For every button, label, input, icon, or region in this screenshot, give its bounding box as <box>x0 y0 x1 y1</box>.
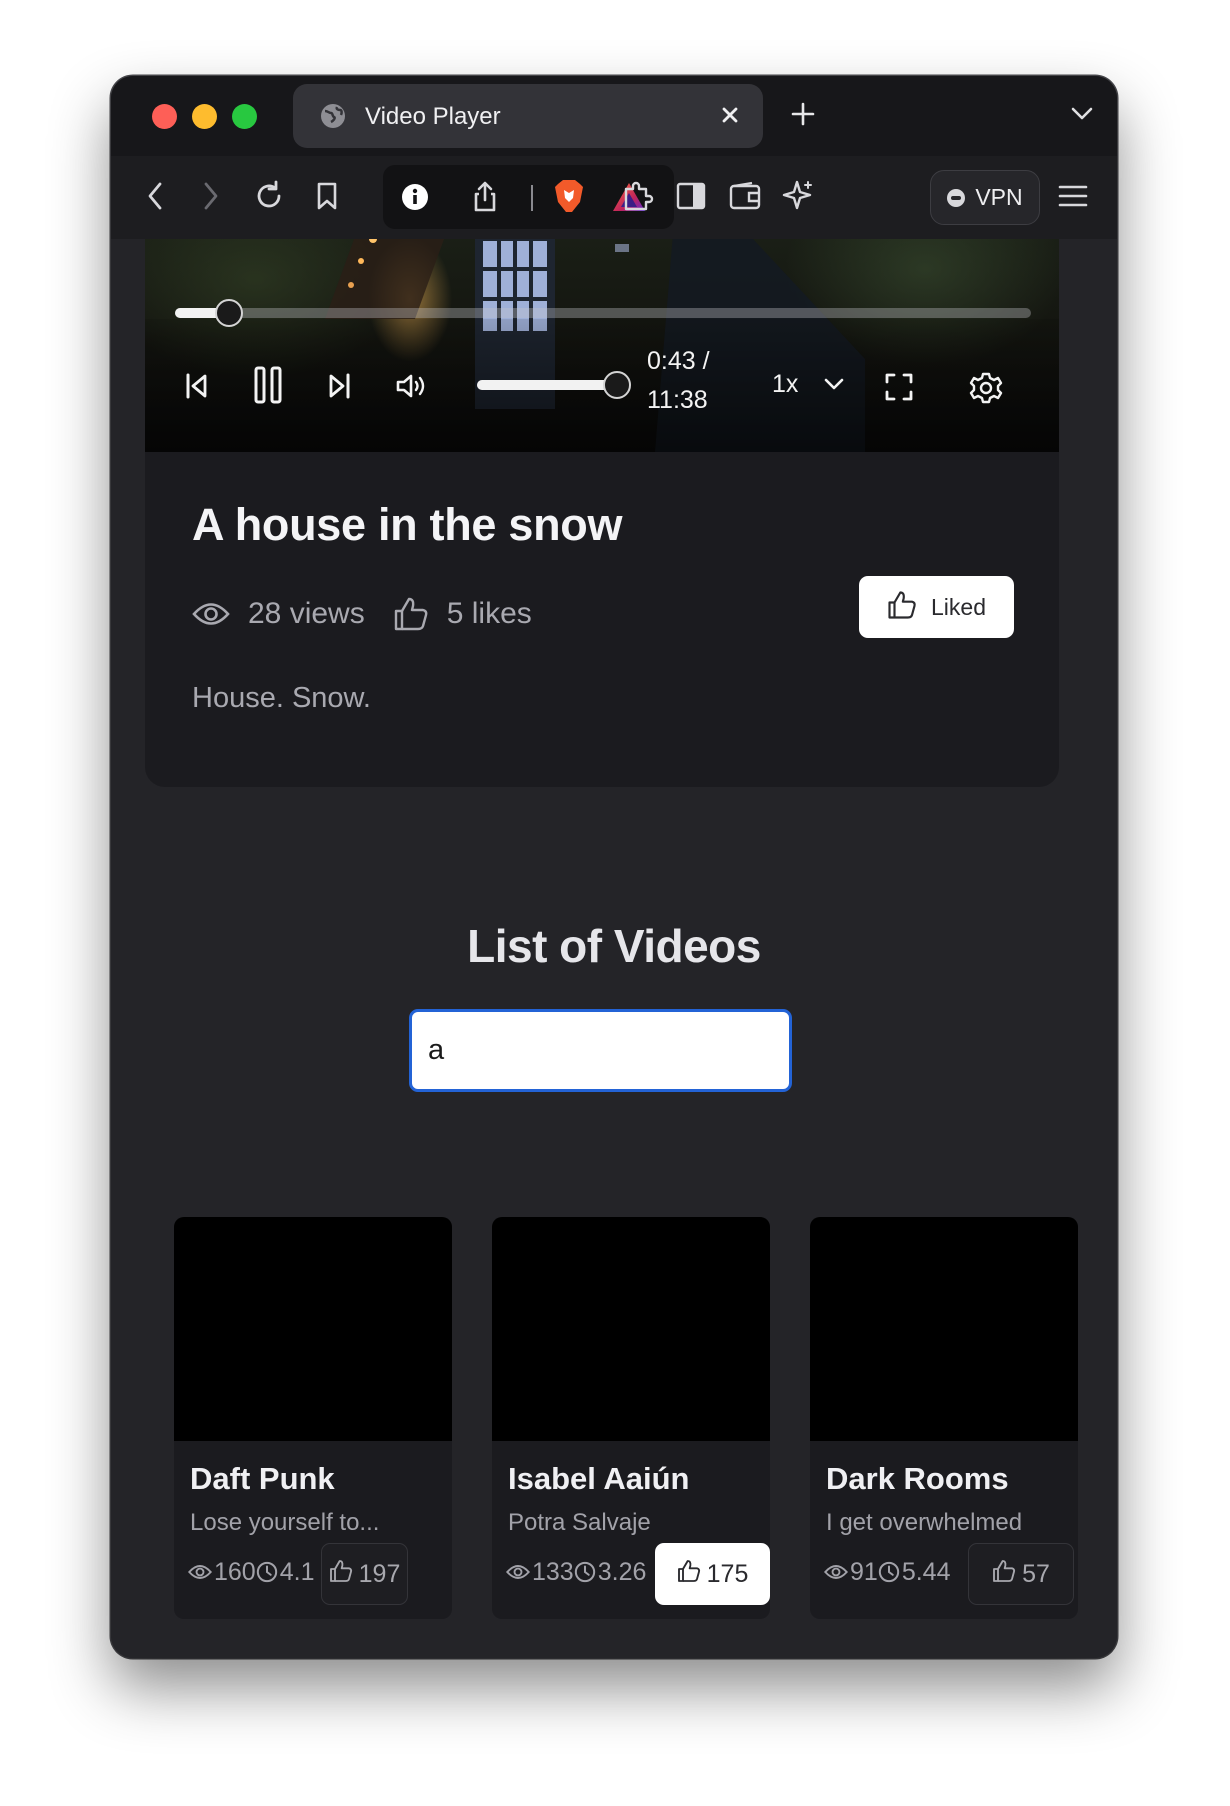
search-input[interactable] <box>409 1009 792 1092</box>
time-current: 0:43 / <box>647 347 710 375</box>
back-icon[interactable] <box>135 176 175 216</box>
volume-thumb[interactable] <box>603 371 631 399</box>
tab-video-player[interactable]: Video Player <box>293 84 763 148</box>
video-description: House. Snow. <box>192 682 371 714</box>
thumbs-up-icon <box>677 1559 701 1590</box>
video-card-duration: 5.44 <box>901 1557 951 1586</box>
page-content: 0:43 / 11:38 1x A house in the snow 28 v… <box>111 239 1117 1658</box>
video-card[interactable]: Isabel Aaiún Potra Salvaje 133 3.26 175 <box>492 1217 770 1619</box>
video-card-likes: 197 <box>358 1559 401 1588</box>
globe-icon <box>319 102 347 135</box>
video-card-meta: 91 5.44 <box>824 1554 950 1590</box>
eye-icon <box>188 1563 212 1581</box>
playback-speed[interactable]: 1x <box>772 370 798 399</box>
video-card-subtitle: Lose yourself to... <box>190 1509 380 1536</box>
time-total: 11:38 <box>647 386 708 414</box>
video-card[interactable]: Dark Rooms I get overwhelmed 91 5.44 57 <box>810 1217 1078 1619</box>
chevron-down-icon[interactable] <box>1069 104 1095 129</box>
extensions-icon[interactable] <box>618 176 658 216</box>
video-card-title: Isabel Aaiún <box>508 1461 690 1496</box>
video-stats: 28 views 5 likes <box>192 594 560 634</box>
video-card-views: 91 <box>850 1557 878 1586</box>
video-thumbnail[interactable] <box>492 1217 770 1441</box>
skip-back-icon[interactable] <box>183 371 211 401</box>
clock-icon <box>256 1561 278 1583</box>
fullscreen-icon[interactable] <box>883 371 915 403</box>
video-card-duration: 3.26 <box>597 1557 647 1586</box>
browser-toolbar: VPN <box>111 156 1117 239</box>
tab-title: Video Player <box>365 103 501 130</box>
video-card-likes: 57 <box>1022 1559 1050 1588</box>
url-separator <box>531 185 533 211</box>
video-thumbnail[interactable] <box>174 1217 452 1441</box>
video-card-like-button[interactable]: 197 <box>321 1543 408 1605</box>
close-tab-icon[interactable] <box>717 102 743 133</box>
sidebar-icon[interactable] <box>671 176 711 216</box>
forward-icon[interactable] <box>191 176 231 216</box>
eye-icon <box>824 1563 848 1581</box>
video-card-likes: 175 <box>706 1559 749 1588</box>
views-count: 28 views <box>248 597 365 630</box>
video-card-duration: 4.1 <box>279 1557 315 1586</box>
vpn-status-icon <box>947 188 966 207</box>
eye-icon <box>506 1563 530 1581</box>
seek-bar[interactable] <box>175 299 1031 327</box>
thumbs-up-icon <box>992 1559 1016 1590</box>
speed-chevron-down-icon[interactable] <box>821 371 847 397</box>
browser-window: Video Player VPN 0:43 / 11:38 1x A house… <box>111 76 1117 1658</box>
video-card-like-button[interactable]: 57 <box>968 1543 1074 1605</box>
liked-button[interactable]: Liked <box>859 576 1014 638</box>
pause-icon[interactable] <box>253 365 283 405</box>
vpn-label: VPN <box>975 184 1023 210</box>
info-icon[interactable] <box>395 177 435 217</box>
volume-level <box>477 380 617 390</box>
video-player-card: 0:43 / 11:38 1x A house in the snow 28 v… <box>145 239 1059 787</box>
video-title: A house in the snow <box>192 499 623 550</box>
video-card-title: Dark Rooms <box>826 1461 1009 1496</box>
thumbs-up-icon <box>393 596 429 632</box>
list-title: List of Videos <box>467 920 761 972</box>
eye-icon <box>192 601 230 627</box>
video-card-views: 160 <box>214 1557 256 1586</box>
seek-bar-thumb[interactable] <box>214 299 243 327</box>
video-card-subtitle: I get overwhelmed <box>826 1509 1023 1536</box>
time-display: 0:43 / 11:38 <box>647 342 747 420</box>
liked-button-label: Liked <box>931 593 986 620</box>
volume-slider[interactable] <box>477 371 631 399</box>
video-card-meta: 133 3.26 <box>506 1554 646 1590</box>
video-card[interactable]: Daft Punk Lose yourself to... 160 4.1 197 <box>174 1217 452 1619</box>
wallet-icon[interactable] <box>725 176 765 216</box>
new-tab-icon[interactable] <box>787 98 819 135</box>
leo-ai-icon[interactable] <box>778 176 818 216</box>
brave-shields-icon[interactable] <box>549 177 589 217</box>
minimize-window-button[interactable] <box>192 104 217 129</box>
zoom-window-button[interactable] <box>232 104 257 129</box>
video-card-subtitle: Potra Salvaje <box>508 1509 651 1536</box>
volume-icon[interactable] <box>395 371 429 401</box>
share-icon[interactable] <box>465 177 505 217</box>
close-window-button[interactable] <box>152 104 177 129</box>
menu-icon[interactable] <box>1053 176 1093 216</box>
skip-forward-icon[interactable] <box>325 371 353 401</box>
reload-icon[interactable] <box>249 176 289 216</box>
clock-icon <box>574 1561 596 1583</box>
video-frame[interactable]: 0:43 / 11:38 1x <box>145 239 1059 452</box>
vpn-button[interactable]: VPN <box>930 170 1040 225</box>
video-card-views: 133 <box>532 1557 574 1586</box>
clock-icon <box>878 1561 900 1583</box>
bookmark-icon[interactable] <box>307 176 347 216</box>
likes-count: 5 likes <box>446 597 532 630</box>
thumbs-up-icon <box>329 1559 353 1590</box>
video-card-title: Daft Punk <box>190 1461 335 1496</box>
title-bar: Video Player <box>111 76 1117 156</box>
video-card-meta: 160 4.1 <box>188 1554 314 1590</box>
thumbs-up-icon <box>887 590 917 625</box>
video-card-like-button[interactable]: 175 <box>655 1543 770 1605</box>
settings-gear-icon[interactable] <box>969 371 1003 405</box>
video-thumbnail[interactable] <box>810 1217 1078 1441</box>
